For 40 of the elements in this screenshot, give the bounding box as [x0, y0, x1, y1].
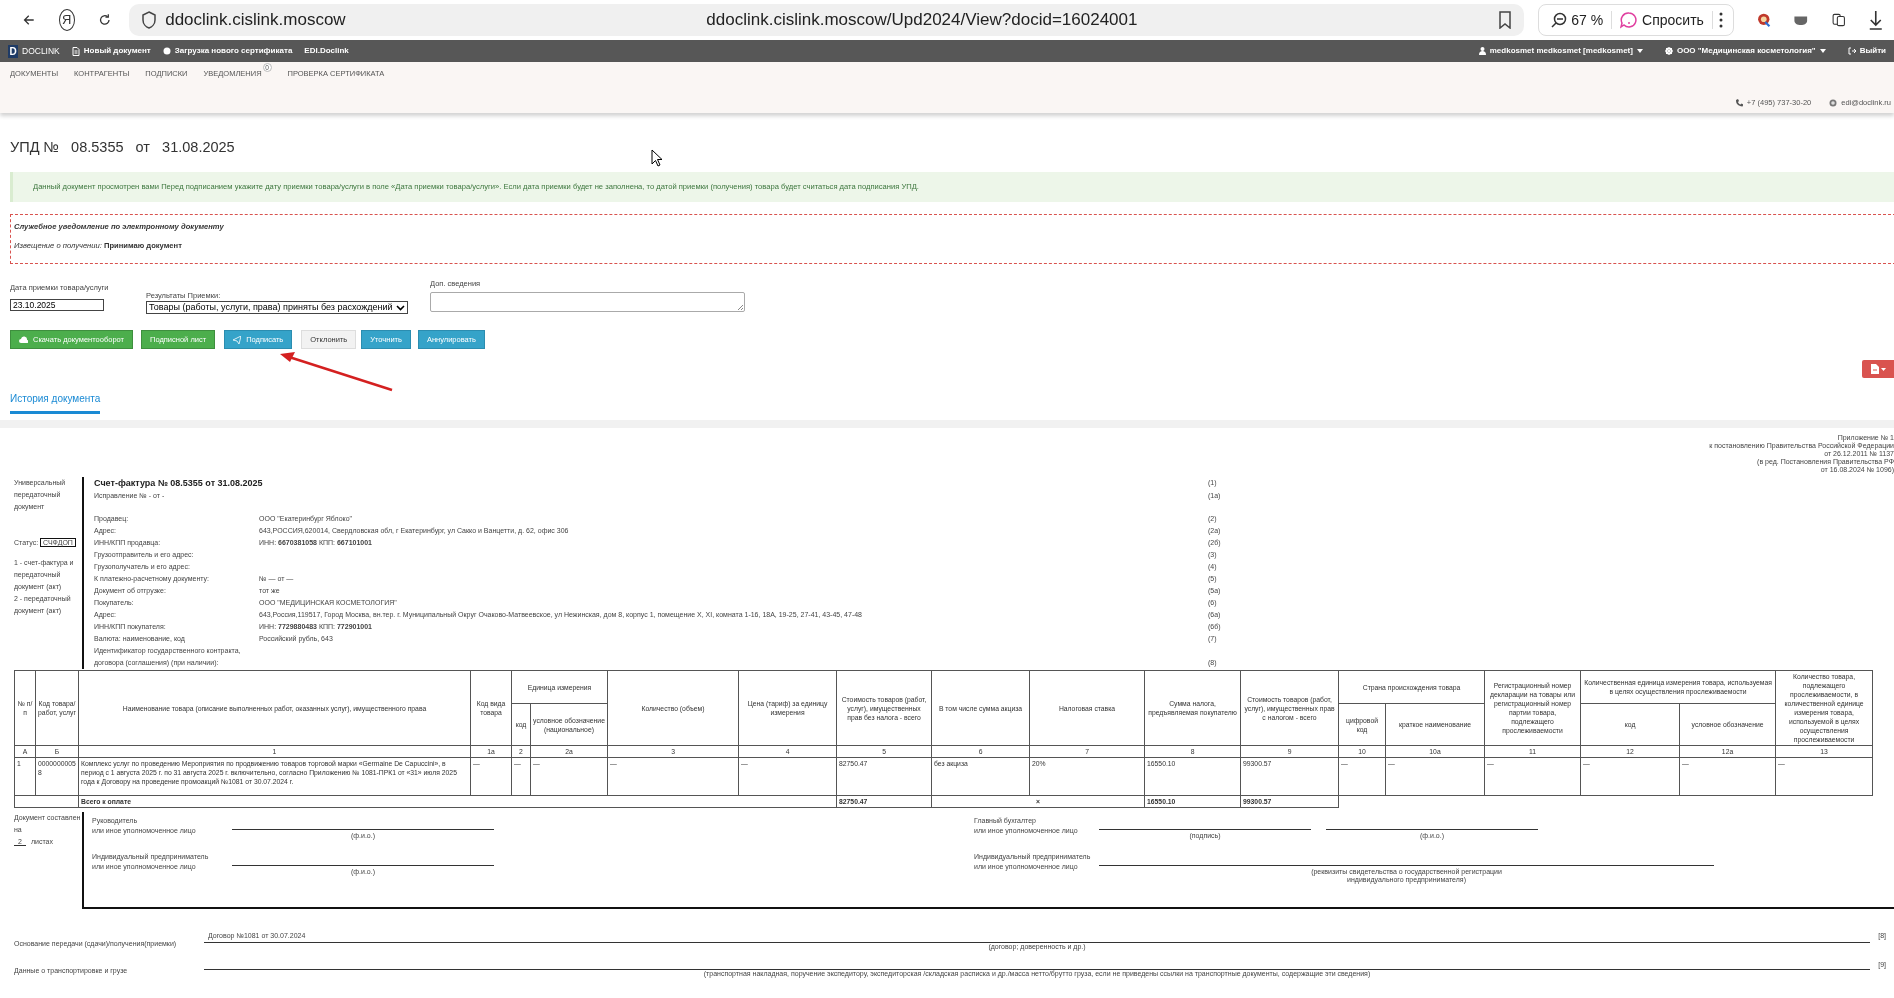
download-icon[interactable]: [1868, 9, 1884, 31]
address-bar[interactable]: ddoclink.cislink.moscow ddoclink.cislink.moscow/Upd2024/View?docid=16024001: [129, 4, 1525, 36]
logout-link[interactable]: Выйти: [1847, 45, 1886, 57]
resize-handle-icon: [737, 304, 743, 310]
bookmark-icon[interactable]: [1498, 11, 1513, 29]
logout-icon: [1847, 47, 1856, 55]
caret-icon: [1819, 49, 1826, 53]
notes-field[interactable]: [430, 292, 745, 312]
nav-link[interactable]: EDI.Doclink: [304, 45, 349, 57]
chat-icon: [1620, 11, 1639, 29]
document-icon: [1870, 364, 1879, 374]
shield-icon: [141, 11, 158, 29]
pdf-dropdown-button[interactable]: [1862, 360, 1894, 378]
globe-icon: [1829, 98, 1838, 107]
caret-icon: [1880, 367, 1886, 371]
user-icon: [1478, 47, 1486, 55]
url-text: ddoclink.cislink.moscow/Upd2024/View?docid=16024001: [706, 9, 1138, 32]
result-select[interactable]: Товары (работы, услуги, права) приняты без расхождений: [146, 301, 408, 314]
invoice-title: Счет-фактура № 08.5355 от 31.08.2025: [94, 477, 264, 490]
phone-icon: [1734, 98, 1743, 107]
caret-icon: [1636, 49, 1643, 53]
cloud-icon: [19, 336, 28, 343]
domain-text: ddoclink.cislink.moscow: [165, 9, 346, 32]
document-tab[interactable]: История документа: [10, 391, 101, 414]
zoom-out-icon: [1551, 12, 1568, 28]
circle-icon: [162, 47, 171, 55]
organization-dropdown[interactable]: ООО "Медицинская косметология": [1664, 45, 1826, 57]
zoom-button[interactable]: 67 %: [1543, 9, 1612, 31]
mouse-cursor-icon: [651, 149, 663, 167]
user-dropdown[interactable]: medkosmet medkosmet [medkosmet]: [1478, 45, 1643, 57]
ask-button[interactable]: Спросить: [1612, 9, 1712, 31]
settings-icon: [1664, 47, 1673, 55]
chevron-down-icon: [396, 304, 405, 311]
nav-link[interactable]: Загрузка нового сертификата: [162, 45, 293, 57]
page-title: УПД № 08.5355 от 31.08.2025: [10, 138, 235, 157]
document-icon: [71, 46, 80, 56]
date-field[interactable]: 23.10.2025: [10, 299, 104, 311]
brand-link[interactable]: D DOCLINK: [8, 44, 60, 58]
send-icon: [233, 335, 242, 344]
nav-link[interactable]: Новый документ: [71, 45, 151, 57]
